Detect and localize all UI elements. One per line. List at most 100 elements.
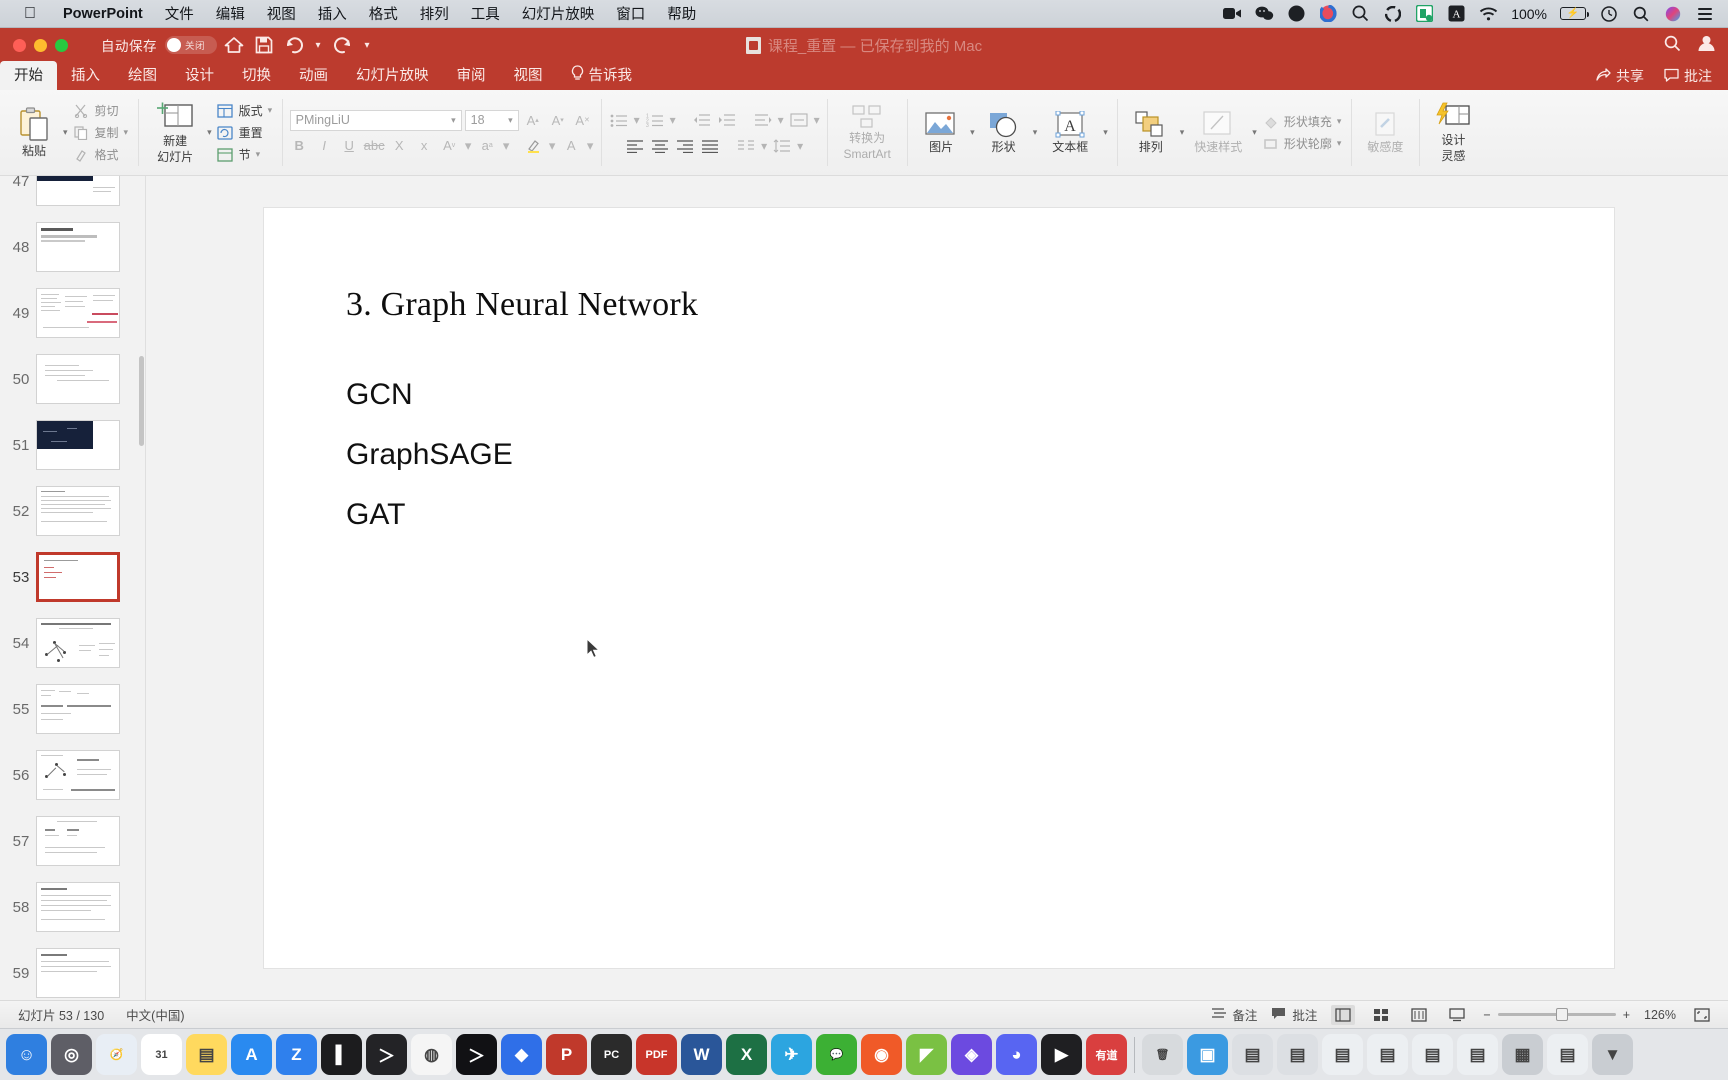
siri-icon[interactable] xyxy=(1663,4,1682,23)
slide-canvas-area[interactable]: 3. Graph Neural Network GCN GraphSAGE GA… xyxy=(146,176,1728,1000)
columns-dropdown-icon[interactable]: ▾ xyxy=(760,136,769,156)
menu-item-app[interactable]: PowerPoint xyxy=(52,6,154,22)
notes-button[interactable]: 备注 xyxy=(1211,1005,1257,1024)
dock-item-telegram[interactable]: ✈ xyxy=(771,1034,812,1075)
shape-button[interactable]: 形状 xyxy=(977,111,1031,155)
justify-icon[interactable] xyxy=(699,136,722,156)
menu-item-edit[interactable]: 编辑 xyxy=(205,3,256,24)
slide-thumbnail-pane[interactable]: 47 48 49 50 51 52 53 54 55 56 57 58 59 xyxy=(0,176,146,1000)
arrange-dropdown-icon[interactable]: ▾ xyxy=(1178,90,1187,175)
tab-draw[interactable]: 绘图 xyxy=(114,61,171,90)
control-center-icon[interactable] xyxy=(1695,4,1714,23)
list-item[interactable]: 51 xyxy=(0,412,145,478)
dock-item-evernote[interactable]: ◤ xyxy=(906,1034,947,1075)
zoom-slider[interactable] xyxy=(1497,1008,1616,1021)
text-shadow-icon[interactable]: X xyxy=(388,136,410,156)
dock-item-finder[interactable]: ☺ xyxy=(6,1034,47,1075)
line-spacing-icon[interactable] xyxy=(771,136,794,156)
dock-item-folder-doc1[interactable]: ▤ xyxy=(1322,1034,1363,1075)
new-slide-dropdown-icon[interactable]: ▾ xyxy=(205,90,214,175)
tab-home[interactable]: 开始 xyxy=(0,61,57,90)
dock-item-pycharm[interactable]: PC xyxy=(591,1034,632,1075)
spotlight-search-icon[interactable] xyxy=(1351,4,1370,23)
location-icon[interactable] xyxy=(1287,4,1306,23)
input-source-icon[interactable]: A xyxy=(1447,4,1466,23)
picture-button[interactable]: 图片 xyxy=(914,111,968,155)
dock-item-trash[interactable]: 🗑 xyxy=(1142,1034,1183,1075)
thumbnail-image[interactable] xyxy=(36,684,120,734)
tab-insert[interactable]: 插入 xyxy=(57,61,114,90)
font-name-input[interactable]: PMingLiU ▾ xyxy=(289,109,462,131)
convert-smartart-button[interactable]: 转换为 SmartArt xyxy=(834,104,900,162)
thumbnail-image[interactable] xyxy=(36,948,120,998)
thumbnail-image[interactable] xyxy=(36,176,120,206)
slide-bullet-gat[interactable]: GAT xyxy=(346,498,405,532)
list-item[interactable]: 49 xyxy=(0,280,145,346)
tab-transitions[interactable]: 切换 xyxy=(228,61,285,90)
font-color-dropdown-icon[interactable]: ▾ xyxy=(585,136,595,156)
dock-item-folder-doc3[interactable]: ▤ xyxy=(1412,1034,1453,1075)
shape-dropdown-icon[interactable]: ▾ xyxy=(1031,90,1040,175)
subscript-icon[interactable]: Av xyxy=(438,136,460,156)
font-name-dropdown-icon[interactable]: ▾ xyxy=(451,115,456,126)
list-item[interactable]: 52 xyxy=(0,478,145,544)
reset-button[interactable]: 重置 xyxy=(214,123,276,142)
list-item[interactable]: 55 xyxy=(0,676,145,742)
list-item[interactable]: 54 xyxy=(0,610,145,676)
dock-item-zoom[interactable]: Z xyxy=(276,1034,317,1075)
normal-view-icon[interactable] xyxy=(1331,1004,1356,1025)
dock-item-terminal[interactable]: ＞ xyxy=(366,1034,407,1075)
dock-item-downloads[interactable]: ▼ xyxy=(1592,1034,1633,1075)
dock-item-wechat[interactable]: 💬 xyxy=(816,1034,857,1075)
apple-icon[interactable]:  xyxy=(24,5,36,22)
menu-item-file[interactable]: 文件 xyxy=(154,3,205,24)
tab-review[interactable]: 审阅 xyxy=(443,61,500,90)
thumbnail-image[interactable] xyxy=(36,486,120,536)
slide-sorter-icon[interactable] xyxy=(1369,1005,1393,1025)
new-slide-button[interactable]: 新建 幻灯片 xyxy=(145,101,205,165)
slide-bullet-gcn[interactable]: GCN xyxy=(346,378,413,412)
dock-item-obsidian[interactable]: ◈ xyxy=(951,1034,992,1075)
slideshow-icon[interactable] xyxy=(1445,1005,1469,1025)
dock-item-excel[interactable]: X xyxy=(726,1034,767,1075)
tab-slideshow[interactable]: 幻灯片放映 xyxy=(342,61,443,90)
dock-item-folder-gray2[interactable]: ▤ xyxy=(1277,1034,1318,1075)
superscript-dropdown-icon[interactable]: ▾ xyxy=(501,136,511,156)
thumbnail-image[interactable] xyxy=(36,618,120,668)
picture-dropdown-icon[interactable]: ▾ xyxy=(968,90,977,175)
thumbnail-image[interactable] xyxy=(36,288,120,338)
account-icon[interactable] xyxy=(1697,34,1716,56)
decrease-indent-icon[interactable] xyxy=(690,110,713,130)
menu-item-help[interactable]: 帮助 xyxy=(656,3,707,24)
sync-icon[interactable] xyxy=(1319,4,1338,23)
line-spacing-dropdown-icon[interactable]: ▾ xyxy=(796,136,805,156)
font-size-dropdown-icon[interactable]: ▾ xyxy=(508,115,513,126)
menu-item-format[interactable]: 格式 xyxy=(358,3,409,24)
battery-charging-icon[interactable]: ⚡ xyxy=(1560,7,1589,20)
text-direction-icon[interactable] xyxy=(751,110,774,130)
dock-item-youdao[interactable]: 有道 xyxy=(1086,1034,1127,1075)
menu-item-window[interactable]: 窗口 xyxy=(605,3,656,24)
section-dropdown-icon[interactable]: ▾ xyxy=(256,149,261,160)
tab-animations[interactable]: 动画 xyxy=(285,61,342,90)
align-center-icon[interactable] xyxy=(649,136,672,156)
thumbnail-image[interactable] xyxy=(36,816,120,866)
dock-item-calendar[interactable]: 31 xyxy=(141,1034,182,1075)
grow-font-icon[interactable]: A ▴ xyxy=(522,110,544,130)
numbering-dropdown-icon[interactable]: ▾ xyxy=(668,110,677,130)
tab-view[interactable]: 视图 xyxy=(500,61,557,90)
highlight-icon[interactable] xyxy=(522,136,544,156)
zoom-out-icon[interactable]: − xyxy=(1483,1008,1490,1022)
layout-dropdown-icon[interactable]: ▾ xyxy=(268,105,273,116)
align-right-icon[interactable] xyxy=(674,136,697,156)
thumbnail-image[interactable] xyxy=(36,882,120,932)
align-text-icon[interactable] xyxy=(787,110,810,130)
italic-icon[interactable]: I xyxy=(313,136,335,156)
comments-status-button[interactable]: 批注 xyxy=(1271,1005,1317,1024)
character-spacing-icon[interactable]: x xyxy=(413,136,435,156)
textbox-dropdown-icon[interactable]: ▾ xyxy=(1101,90,1110,175)
zoom-slider-knob[interactable] xyxy=(1555,1008,1568,1021)
bullets-icon[interactable] xyxy=(607,110,630,130)
paste-button[interactable]: 粘贴 xyxy=(7,106,61,159)
share-button[interactable]: 共享 xyxy=(1596,66,1644,86)
